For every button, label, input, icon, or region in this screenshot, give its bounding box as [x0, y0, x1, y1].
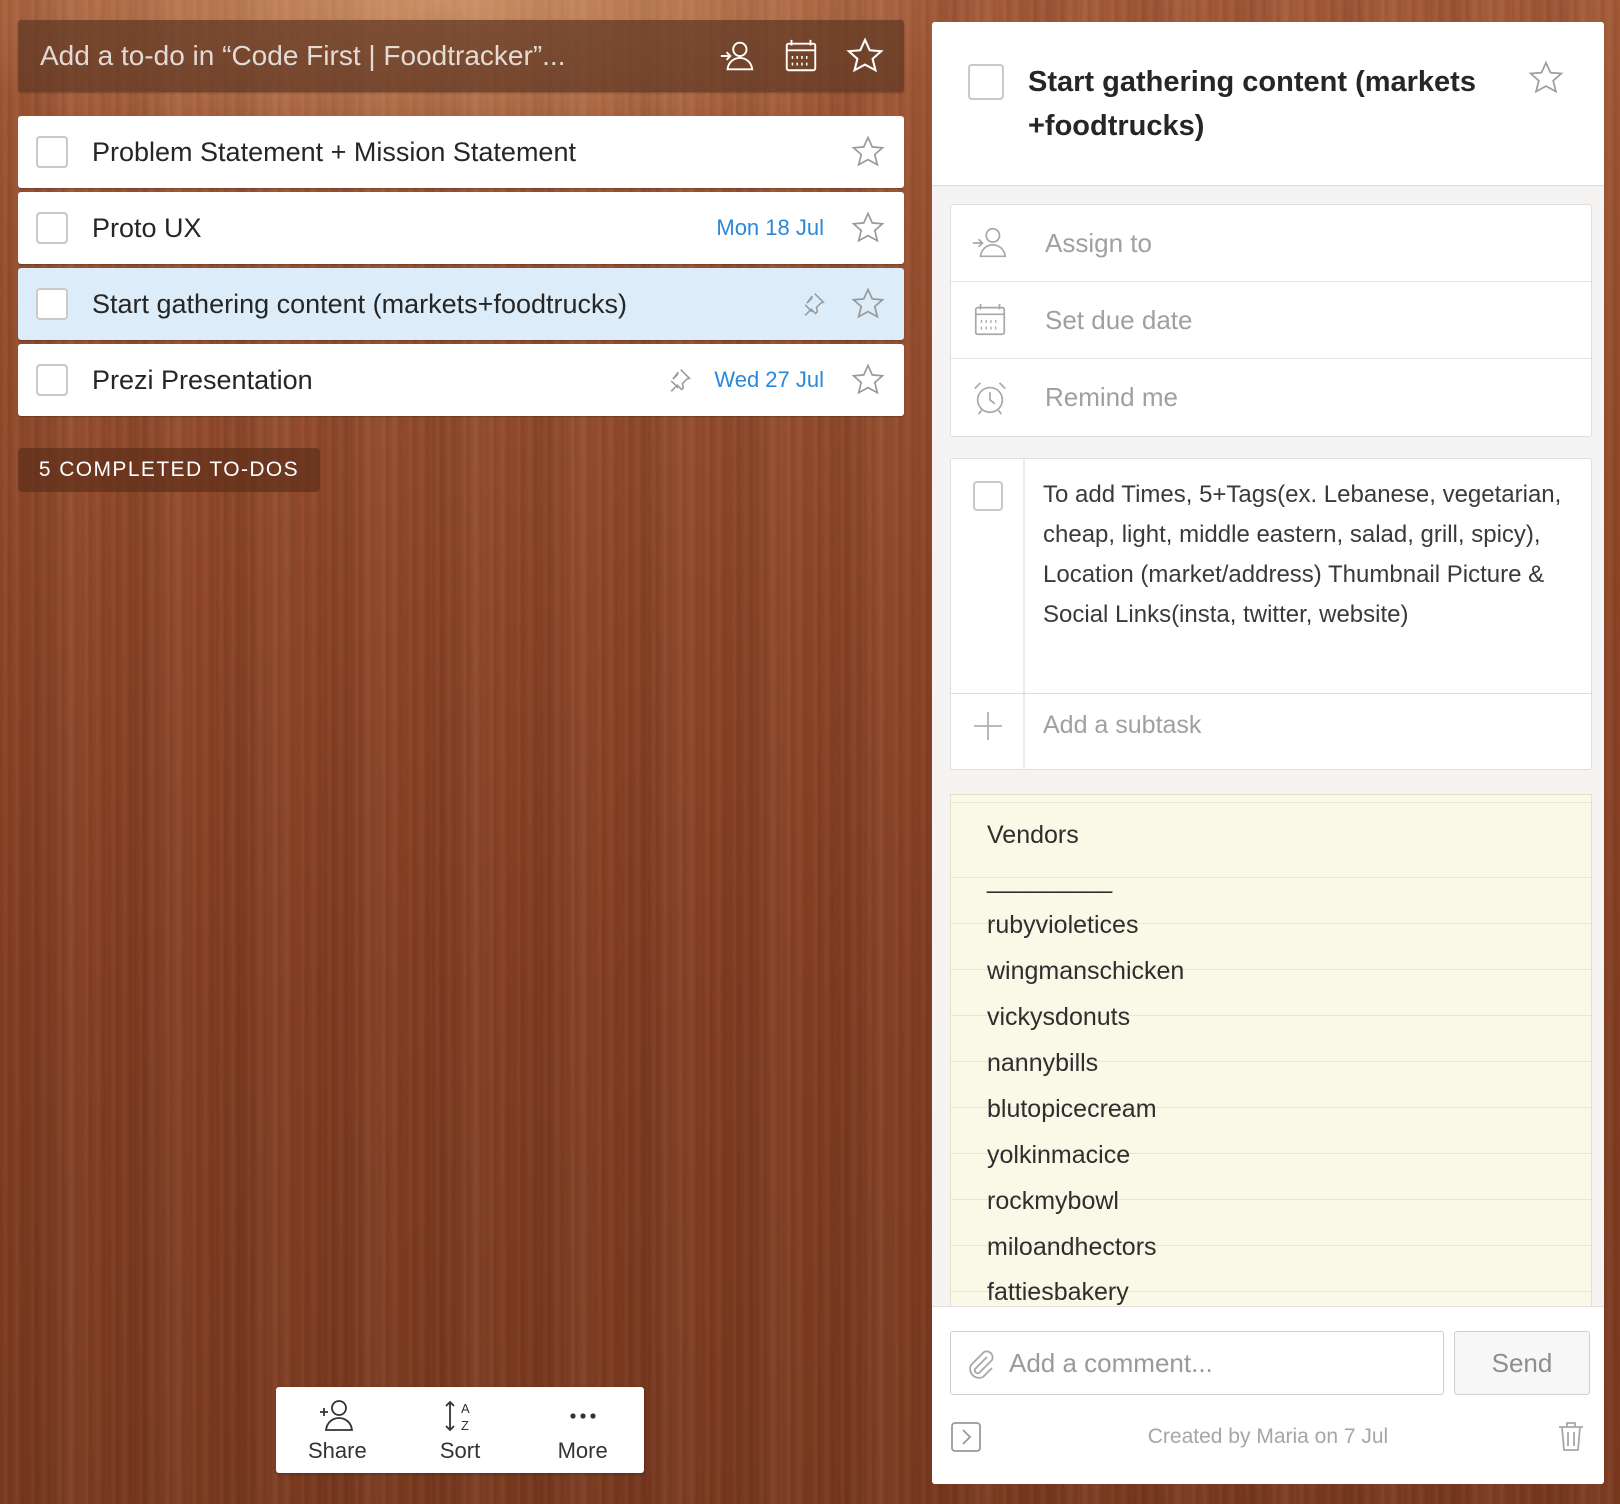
subtasks-card: To add Times, 5+Tags(ex. Lebanese, veget…: [950, 458, 1592, 770]
created-by-text: Created by Maria on 7 Jul: [1147, 1425, 1389, 1448]
assign-icon[interactable]: [712, 31, 762, 81]
due-date-row[interactable]: Set due date: [951, 282, 1591, 359]
task-title[interactable]: Start gathering content (markets+foodtru…: [92, 289, 798, 320]
pin-icon: [664, 365, 694, 395]
add-subtask-input[interactable]: Add a subtask: [1043, 711, 1201, 740]
detail-header: Start gathering content (markets +foodtr…: [932, 22, 1604, 186]
svg-text:A: A: [461, 1401, 470, 1416]
remind-me-label: Remind me: [1045, 382, 1178, 412]
note-line: rockmybowl: [987, 1187, 1119, 1215]
calendar-icon[interactable]: [776, 31, 826, 81]
task-item[interactable]: Prezi Presentation Wed 27 Jul: [18, 344, 904, 416]
detail-title[interactable]: Start gathering content (markets +foodtr…: [1028, 60, 1498, 148]
task-item[interactable]: Proto UX Mon 18 Jul: [18, 192, 904, 264]
note-line: Vendors: [987, 821, 1079, 849]
note-line: miloandhectors: [987, 1233, 1157, 1261]
note-line: fattiesbakery: [987, 1278, 1129, 1306]
task-checkbox[interactable]: [36, 136, 68, 168]
task-due-date: Wed 27 Jul: [714, 367, 824, 392]
sort-label: Sort: [439, 1438, 481, 1463]
sort-button[interactable]: A Z Sort: [399, 1387, 522, 1473]
task-checkbox[interactable]: [36, 212, 68, 244]
list-toolbar: Share A Z Sort More: [276, 1387, 644, 1473]
add-todo-input[interactable]: Add a to-do in “Code First | Foodtracker…: [18, 40, 712, 72]
assign-icon: [969, 222, 1011, 264]
task-item[interactable]: Problem Statement + Mission Statement: [18, 116, 904, 188]
task-checkbox[interactable]: [36, 364, 68, 396]
detail-checkbox[interactable]: [968, 64, 1004, 100]
subtask-divider: [1023, 459, 1025, 769]
send-button[interactable]: Send: [1454, 1331, 1590, 1395]
share-icon: [320, 1400, 354, 1431]
plus-icon[interactable]: [971, 709, 1005, 743]
reminder-row[interactable]: Remind me: [951, 359, 1591, 436]
completed-todos-button[interactable]: 5 COMPLETED TO-DOS: [18, 448, 320, 492]
comment-placeholder: Add a comment...: [1009, 1347, 1213, 1378]
star-icon[interactable]: [848, 360, 888, 400]
subtask-separator: [951, 693, 1591, 694]
task-checkbox[interactable]: [36, 288, 68, 320]
note-line: nannybills: [987, 1049, 1099, 1077]
more-label: More: [557, 1438, 608, 1463]
star-icon[interactable]: [848, 284, 888, 324]
paperclip-icon[interactable]: [963, 1346, 997, 1380]
assign-to-label: Assign to: [1045, 227, 1152, 258]
star-icon[interactable]: [848, 132, 888, 172]
assign-to-row[interactable]: Assign to: [951, 205, 1591, 282]
task-title[interactable]: Prezi Presentation: [92, 365, 664, 396]
share-button[interactable]: Share: [276, 1387, 399, 1473]
sort-icon: A Z: [445, 1400, 470, 1433]
note-line: blutopicecream: [987, 1095, 1157, 1123]
task-meta-card: Assign to Set due date Remind me: [950, 204, 1592, 437]
star-icon[interactable]: [1528, 60, 1568, 100]
alarm-clock-icon: [969, 377, 1011, 419]
task-title[interactable]: Proto UX: [92, 213, 716, 244]
comment-area: Add a comment... Send Created by Maria o…: [932, 1306, 1604, 1484]
subtask-text[interactable]: To add Times, 5+Tags(ex. Lebanese, veget…: [1043, 475, 1573, 635]
note-line: wingmanschicken: [987, 957, 1185, 985]
note-line: _________: [987, 866, 1113, 894]
note-line: vickysdonuts: [987, 1003, 1131, 1031]
due-date-label: Set due date: [1045, 304, 1193, 335]
more-icon: [570, 1413, 596, 1419]
task-list: Problem Statement + Mission Statement Pr…: [18, 116, 904, 420]
comment-input[interactable]: Add a comment...: [950, 1331, 1444, 1395]
add-todo-bar[interactable]: Add a to-do in “Code First | Foodtracker…: [18, 20, 904, 92]
task-due-date: Mon 18 Jul: [716, 215, 824, 240]
star-icon[interactable]: [848, 208, 888, 248]
star-icon[interactable]: [840, 31, 890, 81]
task-item-selected[interactable]: Start gathering content (markets+foodtru…: [18, 268, 904, 340]
share-label: Share: [307, 1438, 367, 1463]
task-title[interactable]: Problem Statement + Mission Statement: [92, 137, 848, 168]
calendar-icon: [969, 299, 1011, 341]
subtask-checkbox[interactable]: [973, 481, 1003, 511]
task-detail-panel: Start gathering content (markets +foodtr…: [932, 22, 1604, 1484]
note-line: rubyvioletices: [987, 911, 1139, 939]
note-line: yolkinmacice: [987, 1141, 1131, 1169]
more-button[interactable]: More: [521, 1387, 644, 1473]
trash-icon[interactable]: [1554, 1419, 1588, 1453]
pin-icon: [798, 289, 828, 319]
note-area[interactable]: Vendors _________ rubyvioletices wingman…: [950, 794, 1592, 1330]
svg-text:Z: Z: [461, 1418, 469, 1433]
